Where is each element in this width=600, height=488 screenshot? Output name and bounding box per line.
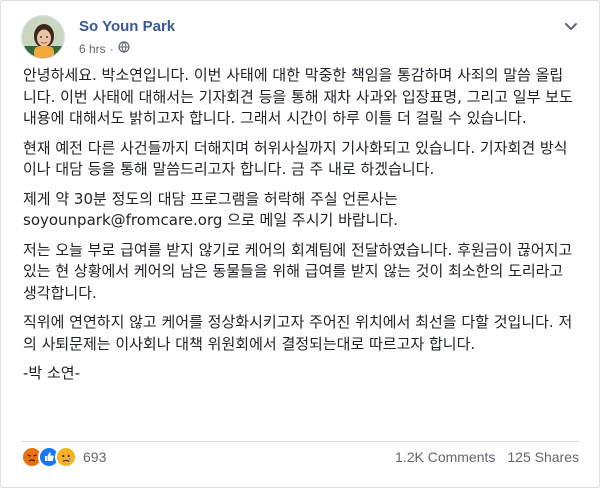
post-paragraph-1: 안녕하세요. 박소연입니다. 이번 사태에 대한 막중한 책임을 통감하며 사죄… xyxy=(23,66,573,127)
post-paragraph-3: 제게 약 30분 정도의 대담 프로그램을 허락해 주실 언론사는 soyoun… xyxy=(23,189,399,230)
reactions-summary[interactable] xyxy=(21,446,77,468)
post-header: So Youn Park 6 hrs · xyxy=(21,15,581,61)
shares-count[interactable]: 125 Shares xyxy=(507,449,579,465)
post-card: So Youn Park 6 hrs · 안녕하세요. 박소연입니다. 이번 사… xyxy=(0,0,600,488)
sad-icon[interactable] xyxy=(55,446,77,468)
post-meta: 6 hrs · xyxy=(79,41,130,56)
post-paragraph-5: 직위에 연연하지 않고 케어를 정상화시키고자 주어진 위치에서 최선을 다할 … xyxy=(23,313,573,353)
post-stats: 693 1.2K Comments 125 Shares xyxy=(21,441,579,472)
comments-count[interactable]: 1.2K Comments xyxy=(395,449,495,465)
chevron-down-icon[interactable] xyxy=(561,19,581,35)
globe-icon[interactable] xyxy=(118,41,130,56)
post-signature: -박 소연- xyxy=(23,364,80,382)
reaction-count[interactable]: 693 xyxy=(83,449,106,465)
post-body: 안녕하세요. 박소연입니다. 이번 사태에 대한 막중한 책임을 통감하며 사죄… xyxy=(23,65,575,393)
post-paragraph-2: 현재 예전 다른 사건들까지 더해지며 허위사실까지 기사화되고 있습니다. 기… xyxy=(23,138,568,179)
author-avatar[interactable] xyxy=(21,15,65,59)
separator-dot: · xyxy=(109,41,114,56)
post-time[interactable]: 6 hrs xyxy=(79,42,106,56)
post-paragraph-4: 저는 오늘 부로 급여를 받지 않기로 케어의 회계팀에 전달하였습니다. 후원… xyxy=(23,240,573,302)
engagement-stats: 1.2K Comments 125 Shares xyxy=(395,449,579,465)
author-name[interactable]: So Youn Park xyxy=(79,18,175,35)
